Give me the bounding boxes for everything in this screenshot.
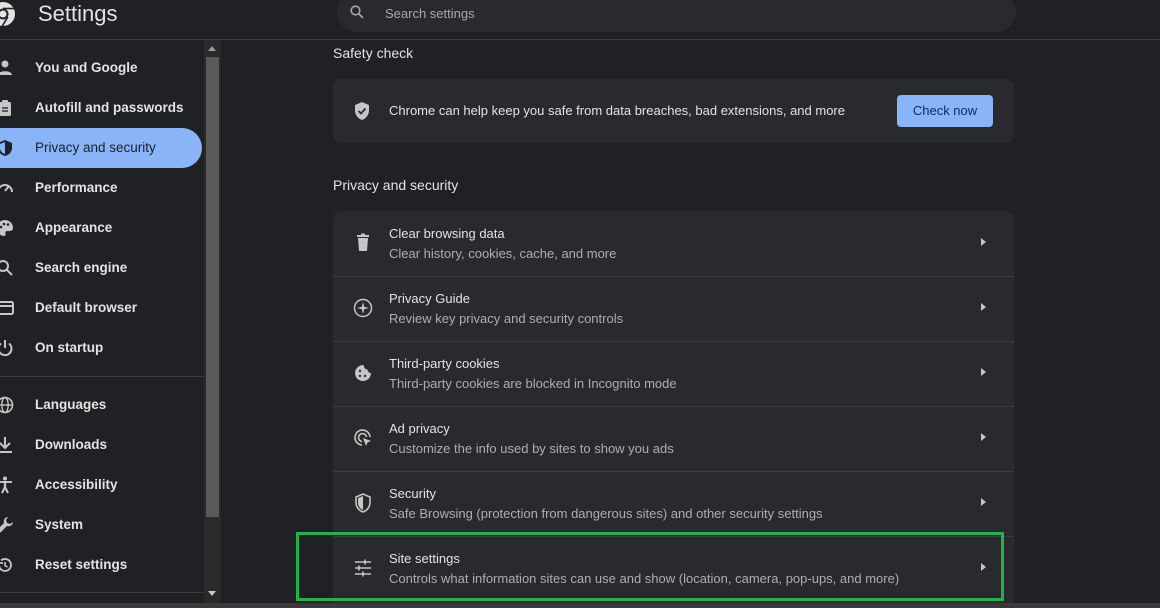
clipboard-icon	[0, 100, 11, 116]
sidebar-item-label: System	[35, 517, 84, 532]
palette-icon	[0, 220, 13, 236]
scrollbar-thumb[interactable]	[206, 57, 219, 517]
site-settings-highlight-box	[296, 532, 1004, 601]
chevron-right-icon	[981, 498, 986, 506]
power-icon	[0, 340, 13, 357]
privacy-guide-row[interactable]: Privacy Guide Review key privacy and sec…	[333, 276, 1014, 341]
safety-check-text: Chrome can help keep you safe from data …	[389, 103, 845, 118]
safety-check-heading: Safety check	[333, 45, 414, 61]
accessibility-icon	[0, 476, 12, 494]
row-subtitle: Safe Browsing (protection from dangerous…	[389, 506, 823, 521]
sidebar-item-label: Autofill and passwords	[35, 100, 184, 115]
download-icon	[0, 437, 12, 453]
sidebar-item-label: Default browser	[35, 300, 138, 315]
sidebar-item-label: You and Google	[35, 60, 138, 75]
sidebar-item-label: Reset settings	[35, 557, 128, 572]
globe-icon	[0, 396, 14, 414]
row-subtitle: Third-party cookies are blocked in Incog…	[389, 376, 677, 391]
chrome-logo-icon	[0, 2, 15, 27]
chevron-right-icon	[981, 238, 986, 246]
speedometer-icon	[0, 184, 13, 193]
sidebar-item-label: Privacy and security	[35, 140, 156, 155]
security-row[interactable]: Security Safe Browsing (protection from …	[333, 471, 1014, 536]
sidebar-item-search-engine[interactable]: Search engine	[0, 248, 202, 288]
scroll-up-arrow-icon[interactable]	[208, 46, 216, 51]
sidebar-item-label: Languages	[35, 397, 107, 412]
sidebar-divider	[0, 592, 204, 593]
sidebar-item-downloads[interactable]: Downloads	[0, 425, 202, 465]
sidebar-item-label: Performance	[35, 180, 118, 195]
sidebar-item-on-startup[interactable]: On startup	[0, 328, 202, 368]
compass-icon	[353, 298, 373, 318]
sidebar-divider	[0, 376, 204, 377]
clear-browsing-data-row[interactable]: Clear browsing data Clear history, cooki…	[333, 211, 1014, 276]
shield-check-icon	[355, 102, 369, 120]
row-title: Third-party cookies	[389, 356, 500, 371]
check-now-button[interactable]: Check now	[897, 95, 993, 127]
cookie-icon	[355, 365, 371, 381]
row-subtitle: Clear history, cookies, cache, and more	[389, 246, 617, 261]
sidebar-item-languages[interactable]: Languages	[0, 385, 202, 425]
third-party-cookies-row[interactable]: Third-party cookies Third-party cookies …	[333, 341, 1014, 406]
trash-icon	[357, 233, 369, 251]
row-title: Security	[389, 486, 436, 501]
wrench-icon	[0, 517, 13, 533]
sidebar-scrollbar[interactable]	[204, 40, 221, 608]
ad-privacy-icon	[354, 429, 371, 446]
sidebar-item-performance[interactable]: Performance	[0, 168, 202, 208]
person-icon	[0, 60, 12, 75]
sidebar-item-you-and-google[interactable]: You and Google	[0, 48, 202, 88]
sidebar-item-system[interactable]: System	[0, 505, 202, 545]
chevron-right-icon	[981, 433, 986, 441]
sidebar-item-appearance[interactable]: Appearance	[0, 208, 202, 248]
privacy-and-security-heading: Privacy and security	[333, 177, 459, 193]
row-subtitle: Review key privacy and security controls	[389, 311, 624, 326]
row-subtitle: Customize the info used by sites to show…	[389, 441, 674, 456]
sidebar: You and Google Autofill and passwords Pr…	[0, 40, 204, 608]
top-bar: Settings	[0, 0, 1160, 40]
row-divider	[333, 406, 1014, 407]
sidebar-item-default-browser[interactable]: Default browser	[0, 288, 202, 328]
sidebar-item-label: Appearance	[35, 220, 113, 235]
bottom-edge-strip	[0, 603, 1160, 608]
row-title: Clear browsing data	[389, 226, 505, 241]
page-title: Settings	[38, 1, 118, 26]
row-title: Privacy Guide	[389, 291, 470, 306]
shield-icon	[0, 140, 12, 156]
search-icon	[350, 5, 364, 19]
row-divider	[333, 341, 1014, 342]
sidebar-item-label: Search engine	[35, 260, 128, 275]
safety-check-card: Chrome can help keep you safe from data …	[333, 79, 1014, 143]
sidebar-item-privacy-and-security[interactable]: Privacy and security	[0, 128, 202, 168]
sidebar-item-label: Downloads	[35, 437, 108, 452]
sidebar-item-label: On startup	[35, 340, 104, 355]
chevron-right-icon	[981, 368, 986, 376]
sidebar-item-label: Accessibility	[35, 477, 118, 492]
ad-privacy-row[interactable]: Ad privacy Customize the info used by si…	[333, 406, 1014, 471]
sidebar-item-accessibility[interactable]: Accessibility	[0, 465, 202, 505]
sidebar-item-reset-settings[interactable]: Reset settings	[0, 545, 202, 585]
row-divider	[333, 471, 1014, 472]
search-box[interactable]	[337, 0, 1016, 32]
search-input[interactable]	[383, 0, 987, 26]
row-title: Ad privacy	[389, 421, 450, 436]
row-divider	[333, 276, 1014, 277]
reset-icon	[0, 558, 12, 572]
search-icon	[0, 260, 13, 276]
shield-icon	[355, 493, 371, 513]
scroll-down-arrow-icon[interactable]	[208, 591, 216, 596]
sidebar-item-autofill[interactable]: Autofill and passwords	[0, 88, 202, 128]
browser-icon	[0, 301, 14, 315]
chevron-right-icon	[981, 303, 986, 311]
